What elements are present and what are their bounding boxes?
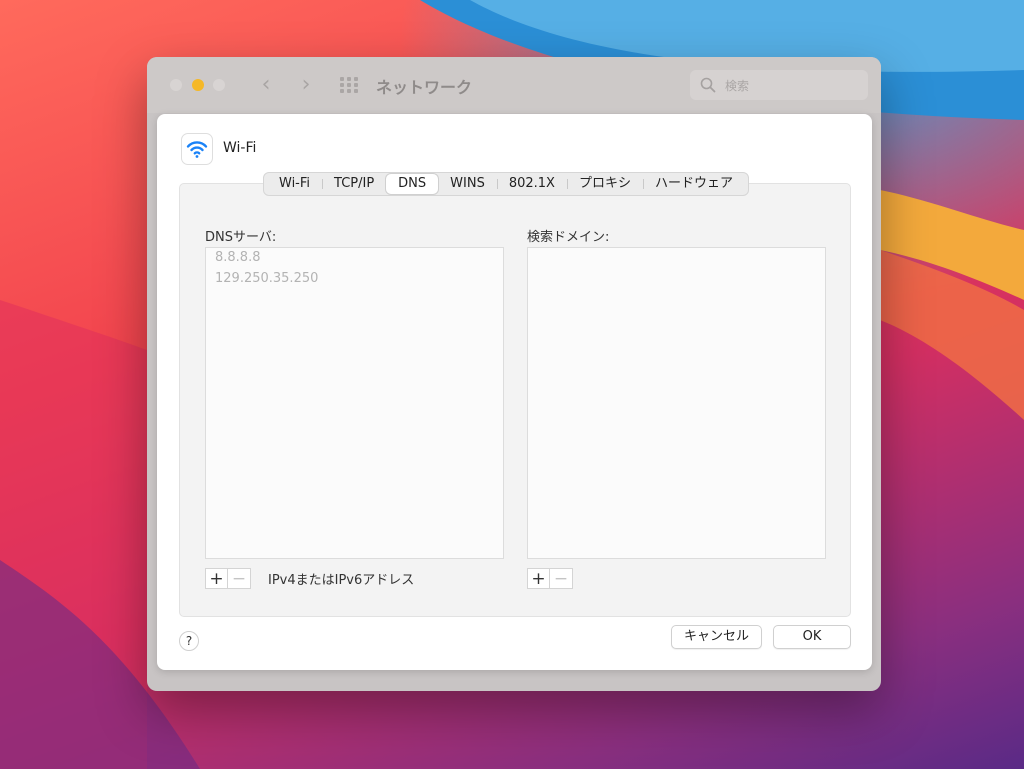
title-bar: ‹ › ネットワーク 検索 xyxy=(147,57,881,113)
settings-tab-bar: Wi-Fi TCP/IP DNS WINS 802.1X プロキシ ハードウェア xyxy=(263,172,749,196)
wifi-badge xyxy=(181,133,213,165)
interface-name: Wi-Fi xyxy=(223,140,257,156)
remove-search-domain-button[interactable]: − xyxy=(550,568,573,589)
search-icon xyxy=(700,77,716,93)
tab-tcpip[interactable]: TCP/IP xyxy=(322,174,386,194)
dns-server-entry[interactable]: 8.8.8.8 xyxy=(215,250,260,265)
add-dns-server-button[interactable]: + xyxy=(205,568,228,589)
help-button[interactable]: ? xyxy=(179,631,199,651)
search-domain-add-remove-controls: + − xyxy=(527,568,573,589)
add-search-domain-button[interactable]: + xyxy=(527,568,550,589)
forward-button[interactable]: › xyxy=(293,73,319,97)
remove-dns-server-button[interactable]: − xyxy=(228,568,251,589)
dns-server-entry[interactable]: 129.250.35.250 xyxy=(215,271,318,286)
tab-8021x[interactable]: 802.1X xyxy=(496,174,567,194)
dns-address-hint: IPv4またはIPv6アドレス xyxy=(268,573,415,588)
back-button[interactable]: ‹ xyxy=(253,73,279,97)
window-title: ネットワーク xyxy=(376,78,473,97)
cancel-button[interactable]: キャンセル xyxy=(671,625,762,649)
network-preferences-window: ‹ › ネットワーク 検索 Wi-Fi DNSサーバ: 8.8.8.8 129.… xyxy=(147,57,881,691)
close-window-button[interactable] xyxy=(170,79,182,91)
advanced-settings-sheet: Wi-Fi DNSサーバ: 8.8.8.8 129.250.35.250 + −… xyxy=(157,114,872,670)
tab-wins[interactable]: WINS xyxy=(438,174,497,194)
ok-button[interactable]: OK xyxy=(773,625,851,649)
wifi-icon xyxy=(186,141,208,158)
settings-panel: DNSサーバ: 8.8.8.8 129.250.35.250 + − IPv4ま… xyxy=(179,183,851,617)
zoom-window-button[interactable] xyxy=(213,79,225,91)
search-domains-label: 検索ドメイン: xyxy=(527,230,610,245)
search-placeholder: 検索 xyxy=(725,79,750,93)
search-field[interactable]: 検索 xyxy=(690,70,868,100)
show-all-grid-icon[interactable] xyxy=(340,77,362,93)
tab-proxies[interactable]: プロキシ xyxy=(566,174,643,194)
dns-add-remove-controls: + − xyxy=(205,568,251,589)
tab-hardware[interactable]: ハードウェア xyxy=(642,174,745,194)
minimize-window-button[interactable] xyxy=(192,79,204,91)
dns-servers-label: DNSサーバ: xyxy=(205,230,277,245)
dns-servers-list[interactable]: 8.8.8.8 129.250.35.250 xyxy=(205,247,504,559)
search-domains-list[interactable] xyxy=(527,247,826,559)
tab-wifi[interactable]: Wi-Fi xyxy=(267,174,322,194)
tab-dns[interactable]: DNS xyxy=(386,174,439,194)
